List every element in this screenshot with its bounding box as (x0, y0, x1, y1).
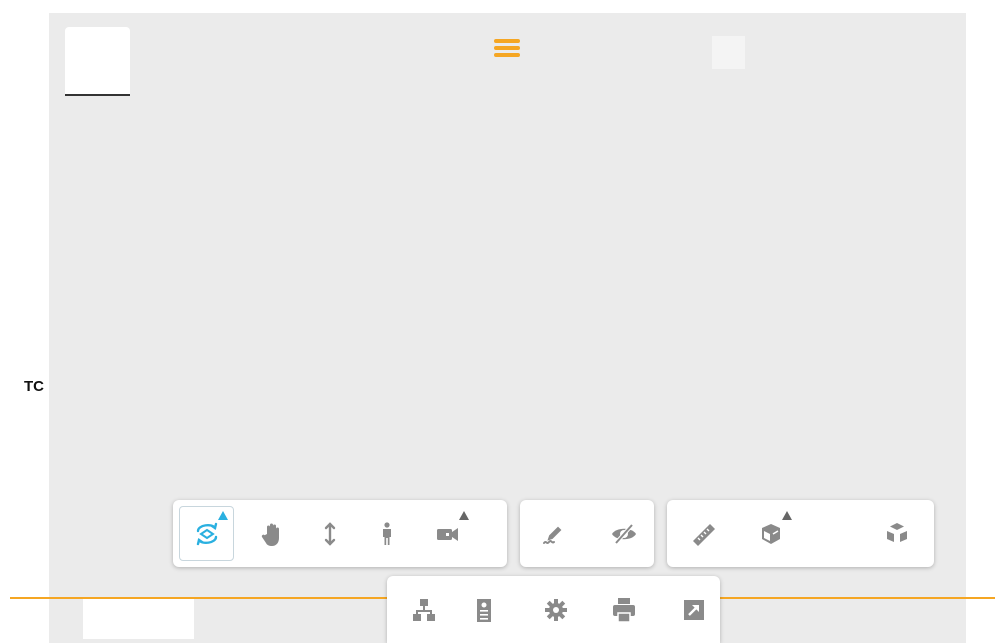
side-label: TC (24, 378, 44, 395)
explode-tool-button[interactable] (870, 507, 923, 560)
hide-eye-icon (611, 523, 636, 544)
properties-icon (477, 598, 491, 622)
camera-flyout-indicator[interactable] (459, 511, 469, 520)
first-person-icon (382, 521, 391, 545)
zoom-arrows-icon (324, 521, 335, 546)
print-button[interactable] (598, 583, 650, 636)
pan-tool-button[interactable] (246, 507, 299, 560)
section-flyout-indicator[interactable] (782, 511, 792, 520)
model-browser-button[interactable] (398, 583, 450, 636)
fullscreen-icon (684, 599, 704, 620)
pan-hand-icon (261, 523, 279, 546)
orbit-tool-button[interactable] (179, 506, 234, 561)
zoom-tool-button[interactable] (303, 507, 356, 560)
fullscreen-button[interactable] (668, 583, 720, 636)
settings-gear-icon (545, 598, 567, 621)
first-person-tool-button[interactable] (360, 507, 413, 560)
orbit-flyout-indicator[interactable] (218, 511, 228, 520)
placeholder-square (712, 36, 745, 69)
bottom-panel (83, 599, 194, 639)
print-icon (613, 597, 635, 623)
properties-button[interactable] (458, 583, 510, 636)
viewcube[interactable] (65, 27, 130, 96)
explode-cube-icon (886, 522, 907, 542)
markup-toolbar (520, 500, 654, 567)
camera-icon (436, 527, 458, 541)
navigation-toolbar (173, 500, 507, 567)
markup-tool-button[interactable] (526, 507, 579, 560)
settings-toolbar (387, 576, 720, 643)
measure-tool-button[interactable] (677, 507, 730, 560)
section-tool-button[interactable] (744, 507, 797, 560)
settings-button[interactable] (530, 583, 582, 636)
hide-tool-button[interactable] (597, 507, 650, 560)
hamburger-menu-icon[interactable] (492, 36, 522, 62)
model-browser-icon (413, 598, 435, 621)
measure-ruler-icon (692, 523, 715, 546)
analysis-toolbar (667, 500, 934, 567)
camera-tool-button[interactable] (421, 507, 474, 560)
orbit-icon (196, 522, 217, 545)
section-box-icon (761, 523, 780, 544)
markup-pencil-icon (542, 526, 561, 544)
